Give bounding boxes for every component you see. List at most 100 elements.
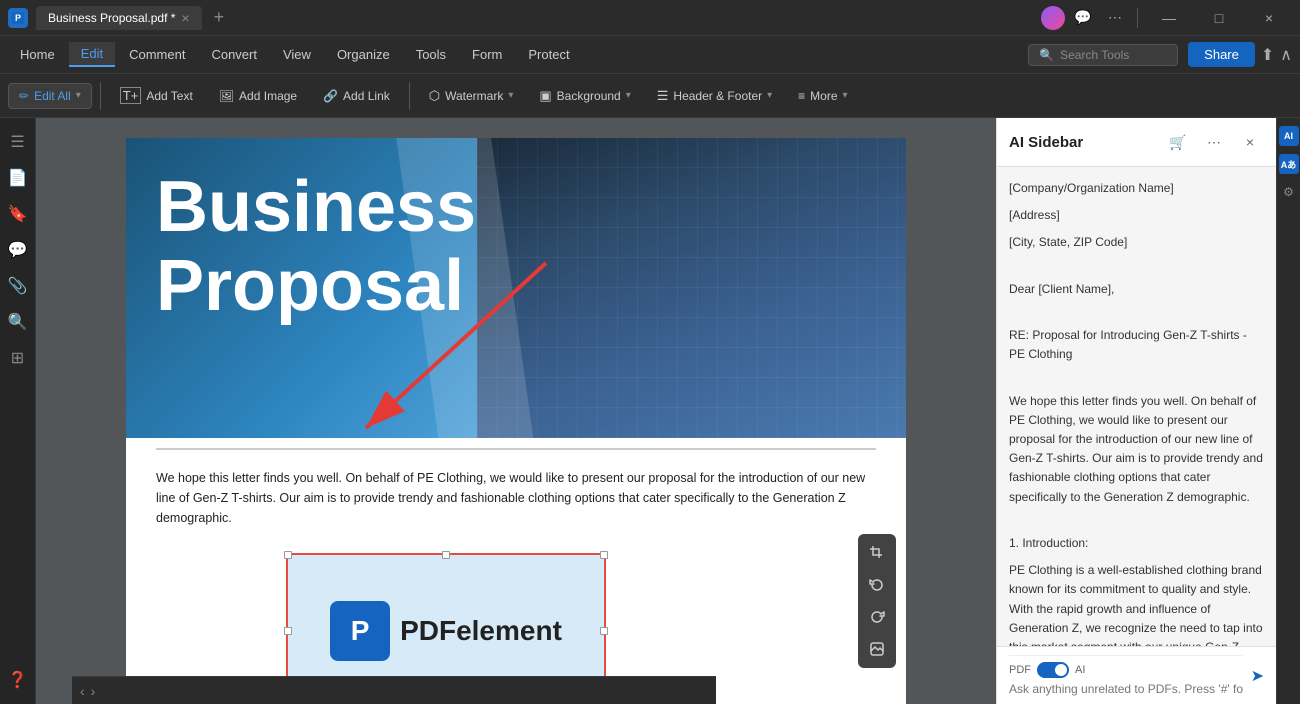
building-background xyxy=(477,138,906,438)
ai-company-name: [Company/Organization Name] xyxy=(1009,179,1264,198)
add-link-button[interactable]: 🔗 Add Link xyxy=(312,83,401,109)
add-image-button[interactable]: 🖼 Add Image xyxy=(208,83,308,109)
header-footer-button[interactable]: ☰ Header & Footer ▾ xyxy=(646,82,783,110)
settings-right-icon[interactable]: ⚙ xyxy=(1279,182,1299,202)
header-footer-icon: ☰ xyxy=(657,88,669,104)
resize-handle-mr[interactable] xyxy=(600,627,608,635)
resize-handle-tr[interactable] xyxy=(600,551,608,559)
pdf-ai-toggle[interactable] xyxy=(1037,662,1069,678)
menu-home[interactable]: Home xyxy=(8,43,67,66)
watermark-icon: ⬡ xyxy=(429,88,440,104)
more-icon[interactable]: ⋯ xyxy=(1101,4,1129,32)
close-button[interactable]: × xyxy=(1246,0,1292,36)
ai-city: [City, State, ZIP Code] xyxy=(1009,233,1264,252)
ai-sidebar: AI Sidebar 🛒 ⋯ × [Company/Organization N… xyxy=(996,118,1276,704)
menubar: Home Edit Comment Convert View Organize … xyxy=(0,36,1300,74)
pdf-viewer[interactable]: Business Proposal We hope this letter fi… xyxy=(36,118,996,704)
sidebar-icon-menu[interactable]: ☰ xyxy=(2,126,34,158)
background-icon: ▣ xyxy=(539,88,551,104)
menu-tools[interactable]: Tools xyxy=(404,43,458,66)
svg-text:P: P xyxy=(15,13,21,23)
search-icon: 🔍 xyxy=(1039,48,1054,62)
resize-handle-tl[interactable] xyxy=(284,551,292,559)
sidebar-icon-pages[interactable]: 📄 xyxy=(2,162,34,194)
toggle-knob xyxy=(1055,664,1067,676)
ai-close-button[interactable]: × xyxy=(1236,128,1264,156)
ai-toggle-row: PDF AI xyxy=(1009,655,1243,678)
pdf-divider xyxy=(156,448,876,450)
rotate-ccw-button[interactable] xyxy=(862,570,892,600)
sidebar-icon-bookmarks[interactable]: 🔖 xyxy=(2,198,34,230)
separator2 xyxy=(409,82,410,110)
ai-cart-button[interactable]: 🛒 xyxy=(1164,128,1192,156)
ai-content: [Company/Organization Name] [Address] [C… xyxy=(997,167,1276,646)
menu-comment[interactable]: Comment xyxy=(117,43,197,66)
menu-convert[interactable]: Convert xyxy=(199,43,269,66)
new-tab-button[interactable]: + xyxy=(214,7,225,28)
ai-salutation: Dear [Client Name], xyxy=(1009,280,1264,299)
tab-close-button[interactable]: × xyxy=(181,10,189,26)
pdf-header: Business Proposal xyxy=(126,138,906,438)
menu-edit[interactable]: Edit xyxy=(69,42,115,67)
background-button[interactable]: ▣ Background ▾ xyxy=(528,82,641,110)
maximize-button[interactable]: □ xyxy=(1196,0,1242,36)
ai-body-para1: We hope this letter finds you well. On b… xyxy=(1009,392,1264,507)
add-text-button[interactable]: T+ Add Text xyxy=(109,81,204,110)
menu-organize[interactable]: Organize xyxy=(325,43,402,66)
titlebar-controls: 💬 ⋯ — □ × xyxy=(1041,0,1292,36)
menu-protect[interactable]: Protect xyxy=(516,43,581,66)
title-line2: Proposal xyxy=(156,247,476,326)
crop-tool-button[interactable] xyxy=(862,538,892,568)
translate-right-icon[interactable]: Aあ xyxy=(1279,154,1299,174)
main-content: ☰ 📄 🔖 💬 📎 🔍 ⊞ ❓ xyxy=(0,118,1300,704)
resize-handle-ml[interactable] xyxy=(284,627,292,635)
share-button[interactable]: Share xyxy=(1188,42,1255,67)
add-text-icon: T+ xyxy=(120,87,142,104)
menu-view[interactable]: View xyxy=(271,43,323,66)
avatar[interactable] xyxy=(1041,6,1065,30)
tab-title: Business Proposal.pdf * xyxy=(48,11,175,25)
rotate-cw-button[interactable] xyxy=(862,602,892,632)
toolbar: ✏ Edit All ▾ T+ Add Text 🖼 Add Image 🔗 A… xyxy=(0,74,1300,118)
prev-page-button[interactable]: ‹ xyxy=(80,683,85,699)
minimize-button[interactable]: — xyxy=(1146,0,1192,36)
bottom-nav: ‹ › xyxy=(72,676,716,704)
separator xyxy=(1137,8,1138,28)
left-sidebar: ☰ 📄 🔖 💬 📎 🔍 ⊞ ❓ xyxy=(0,118,36,704)
sidebar-icon-layers[interactable]: ⊞ xyxy=(2,342,34,374)
ai-intro-heading: 1. Introduction: xyxy=(1009,534,1264,553)
ai-title: AI Sidebar xyxy=(1009,134,1156,151)
ai-input-field[interactable] xyxy=(1009,682,1243,696)
replace-image-button[interactable] xyxy=(862,634,892,664)
edit-all-button[interactable]: ✏ Edit All ▾ xyxy=(8,83,92,109)
image-content: P PDFelement xyxy=(330,601,562,661)
sidebar-icon-attachments[interactable]: 📎 xyxy=(2,270,34,302)
search-placeholder: Search Tools xyxy=(1060,48,1129,62)
more-icon: ≡ xyxy=(798,89,805,103)
menu-form[interactable]: Form xyxy=(460,43,514,66)
sidebar-icon-help[interactable]: ❓ xyxy=(2,664,34,696)
chat-icon[interactable]: 💬 xyxy=(1069,4,1097,32)
image-toolbar xyxy=(858,534,896,668)
upload-icon[interactable]: ⬆ xyxy=(1261,45,1274,65)
sidebar-icon-comments[interactable]: 💬 xyxy=(2,234,34,266)
pdf-label: PDF xyxy=(1009,664,1031,676)
pdf-title: Business Proposal xyxy=(156,168,476,326)
sidebar-icon-search[interactable]: 🔍 xyxy=(2,306,34,338)
ai-more-button[interactable]: ⋯ xyxy=(1200,128,1228,156)
active-tab[interactable]: Business Proposal.pdf * × xyxy=(36,6,202,30)
chevron-up-icon[interactable]: ∧ xyxy=(1280,45,1292,65)
titlebar: P Business Proposal.pdf * × + 💬 ⋯ — □ × xyxy=(0,0,1300,36)
more-button[interactable]: ≡ More ▾ xyxy=(787,83,858,109)
pdf-page: Business Proposal We hope this letter fi… xyxy=(126,138,906,704)
brand-name: PDFelement xyxy=(400,615,562,647)
app-logo: P xyxy=(8,8,28,28)
send-button[interactable]: ➤ xyxy=(1251,666,1264,686)
add-image-icon: 🖼 xyxy=(219,89,234,103)
ai-right-icon[interactable]: AI xyxy=(1279,126,1299,146)
search-tools[interactable]: 🔍 Search Tools xyxy=(1028,44,1178,66)
watermark-button[interactable]: ⬡ Watermark ▾ xyxy=(418,82,525,110)
ai-re-line: RE: Proposal for Introducing Gen-Z T-shi… xyxy=(1009,326,1264,364)
resize-handle-tm[interactable] xyxy=(442,551,450,559)
next-page-button[interactable]: › xyxy=(91,683,96,699)
